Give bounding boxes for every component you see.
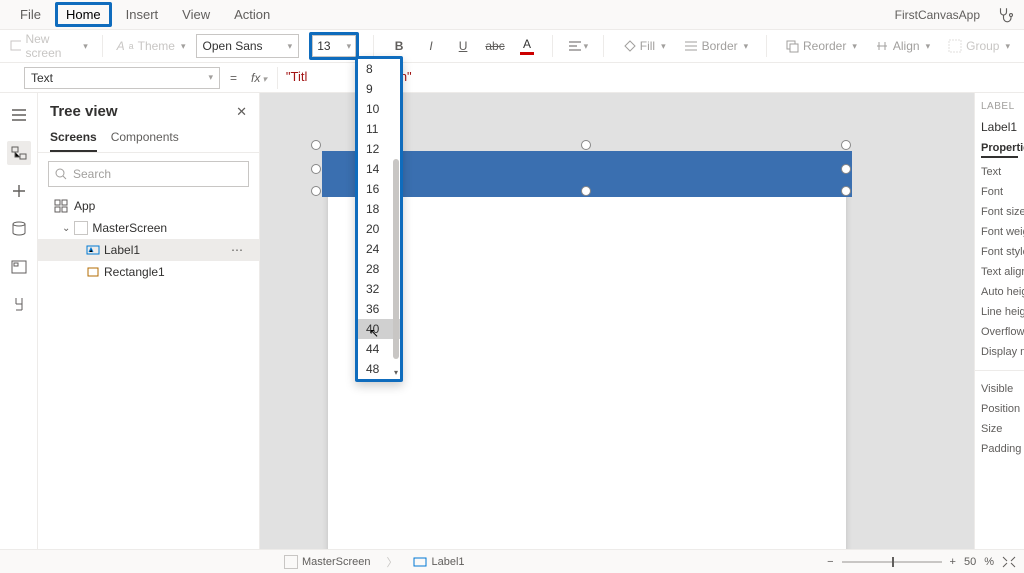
- font-size-option[interactable]: 10: [358, 99, 400, 119]
- align-button[interactable]: Align▾: [871, 39, 934, 53]
- resize-handle[interactable]: [841, 140, 851, 150]
- zoom-out-button[interactable]: −: [827, 556, 833, 568]
- rail-tree-icon[interactable]: [7, 141, 31, 165]
- screen-canvas[interactable]: [328, 157, 846, 549]
- rail-media-icon[interactable]: [7, 255, 31, 279]
- underline-button[interactable]: U: [452, 34, 474, 58]
- tab-properties[interactable]: Properties: [981, 142, 1018, 158]
- strikethrough-button[interactable]: abc: [484, 34, 506, 58]
- prop-row[interactable]: Text: [981, 166, 1018, 178]
- font-size-combo[interactable]: 13▾: [309, 32, 359, 60]
- font-size-option[interactable]: 8: [358, 59, 400, 79]
- tree-app-node[interactable]: App: [38, 195, 259, 217]
- menu-home[interactable]: Home: [55, 2, 112, 27]
- zoom-slider[interactable]: [842, 561, 942, 563]
- bold-button[interactable]: B: [388, 34, 410, 58]
- app-icon: [54, 199, 68, 213]
- prop-row[interactable]: Visible: [981, 383, 1018, 395]
- status-bar: MasterScreen 〉 Label1 − + 50 %: [0, 549, 1024, 573]
- close-icon[interactable]: ✕: [236, 104, 247, 120]
- prop-row[interactable]: Text alignment: [981, 266, 1018, 278]
- prop-control-name: Label1: [981, 120, 1018, 134]
- zoom-in-button[interactable]: +: [950, 556, 956, 568]
- stethoscope-icon[interactable]: [990, 6, 1014, 24]
- tree-node-rectangle1[interactable]: Rectangle1: [38, 261, 259, 283]
- resize-handle[interactable]: [311, 140, 321, 150]
- font-size-dropdown[interactable]: 891011121416182024283236404448▾: [355, 56, 403, 382]
- search-icon: [55, 168, 67, 180]
- group-button[interactable]: Group▾: [944, 39, 1014, 53]
- prop-category-label: LABEL: [981, 101, 1018, 112]
- fit-icon[interactable]: [1002, 556, 1016, 568]
- resize-handle[interactable]: [581, 186, 591, 196]
- equals-label: =: [226, 71, 241, 85]
- menu-view[interactable]: View: [172, 3, 220, 26]
- property-selector[interactable]: Text▾: [24, 67, 220, 89]
- label-icon: [86, 243, 100, 257]
- resize-handle[interactable]: [311, 186, 321, 196]
- breadcrumb-control[interactable]: Label1: [407, 555, 470, 569]
- prop-row[interactable]: Size: [981, 423, 1018, 435]
- rail-hamburger-icon[interactable]: [7, 103, 31, 127]
- breadcrumb-separator: 〉: [386, 554, 397, 570]
- font-size-option[interactable]: 11: [358, 119, 400, 139]
- prop-row[interactable]: Position: [981, 403, 1018, 415]
- font-color-button[interactable]: A: [516, 34, 538, 58]
- prop-row[interactable]: Overflow: [981, 326, 1018, 338]
- new-screen-button[interactable]: New screen▾: [10, 32, 88, 60]
- fill-button[interactable]: Fill▾: [618, 39, 670, 53]
- tab-screens[interactable]: Screens: [50, 130, 97, 152]
- formula-bar: Text▾ = fx▾ "TitlxxxxxxxxxScreen": [0, 63, 1024, 93]
- prop-row[interactable]: Display mode: [981, 346, 1018, 358]
- tab-components[interactable]: Components: [111, 130, 179, 152]
- menu-action[interactable]: Action: [224, 3, 280, 26]
- reorder-button[interactable]: Reorder▾: [781, 39, 861, 53]
- tree-search-input[interactable]: Search: [48, 161, 249, 187]
- resize-handle[interactable]: [581, 140, 591, 150]
- scroll-down-icon[interactable]: ▾: [394, 368, 398, 377]
- theme-button[interactable]: Aa Theme▾: [117, 39, 186, 53]
- rail-add-icon[interactable]: [7, 179, 31, 203]
- text-align-button[interactable]: ▾: [567, 34, 589, 58]
- rail-data-icon[interactable]: [7, 217, 31, 241]
- prop-row[interactable]: Line height: [981, 306, 1018, 318]
- tree-node-label1[interactable]: Label1 ⋯: [38, 239, 259, 261]
- resize-handle[interactable]: [841, 186, 851, 196]
- scrollbar[interactable]: [393, 159, 399, 359]
- font-name-combo[interactable]: Open Sans▾: [196, 34, 300, 58]
- font-size-option[interactable]: 12: [358, 139, 400, 159]
- prop-row[interactable]: Font style: [981, 246, 1018, 258]
- left-rail: [0, 93, 38, 549]
- font-size-option[interactable]: 9: [358, 79, 400, 99]
- zoom-unit: %: [984, 556, 994, 568]
- fx-label: fx▾: [247, 71, 271, 85]
- rail-tools-icon[interactable]: [7, 293, 31, 317]
- prop-row[interactable]: Font: [981, 186, 1018, 198]
- rectangle-icon: [86, 265, 100, 279]
- tree-view-title: Tree view: [50, 103, 118, 120]
- resize-handle[interactable]: [841, 164, 851, 174]
- italic-button[interactable]: I: [420, 34, 442, 58]
- resize-handle[interactable]: [311, 164, 321, 174]
- menu-file[interactable]: File: [10, 3, 51, 26]
- screen-icon: [74, 221, 88, 235]
- tree-node-masterscreen[interactable]: ⌄ MasterScreen: [38, 217, 259, 239]
- breadcrumb-screen[interactable]: MasterScreen: [278, 555, 376, 569]
- more-icon[interactable]: ⋯: [231, 243, 249, 257]
- chevron-down-icon[interactable]: ⌄: [62, 223, 70, 234]
- prop-row[interactable]: Auto height: [981, 286, 1018, 298]
- prop-row[interactable]: Font weight: [981, 226, 1018, 238]
- ribbon: New screen▾ Aa Theme▾ Open Sans▾ 13▾ B I…: [0, 30, 1024, 63]
- zoom-value: 50: [964, 556, 976, 568]
- prop-row[interactable]: Padding: [981, 443, 1018, 455]
- label-icon: [413, 555, 427, 569]
- properties-pane: LABEL Label1 Properties Text Font Font s…: [974, 93, 1024, 549]
- prop-row[interactable]: Font size: [981, 206, 1018, 218]
- screen-icon: [284, 555, 298, 569]
- border-button[interactable]: Border▾: [680, 39, 753, 53]
- app-name-label: FirstCanvasApp: [895, 8, 986, 22]
- menu-insert[interactable]: Insert: [116, 3, 169, 26]
- tree-view-pane: Tree view ✕ Screens Components Search Ap…: [38, 93, 260, 549]
- menu-bar: File Home Insert View Action FirstCanvas…: [0, 0, 1024, 30]
